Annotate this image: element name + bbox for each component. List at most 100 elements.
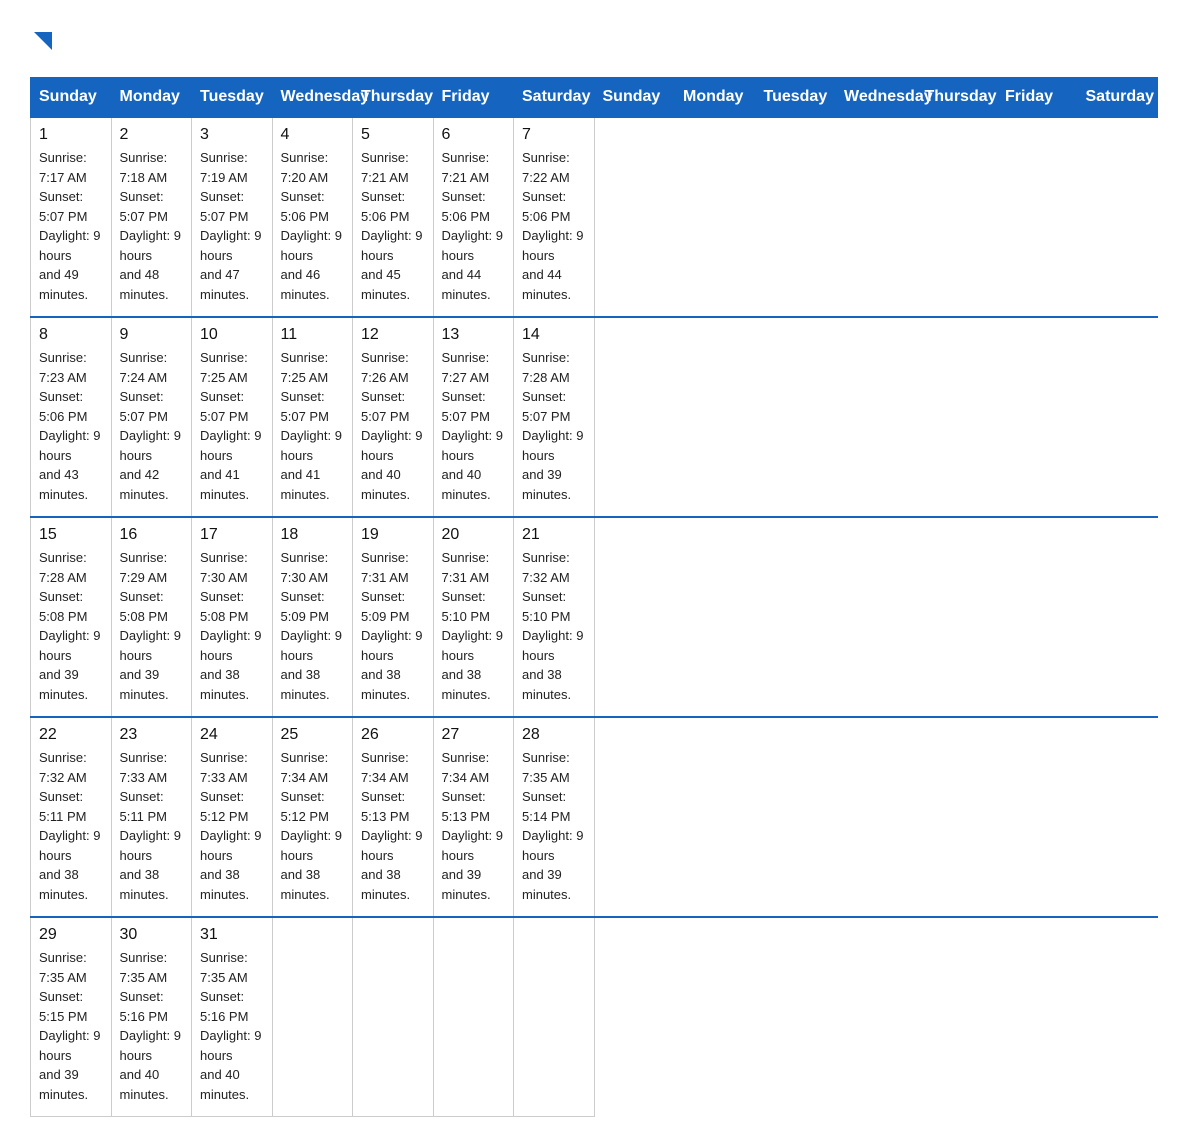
calendar-cell: 2 Sunrise: 7:18 AMSunset: 5:07 PMDaylight… [111,117,192,317]
header-wednesday: Wednesday [272,78,353,118]
calendar-cell [272,917,353,1117]
calendar-cell [514,917,595,1117]
day-number: 8 [39,326,103,344]
calendar-cell: 25 Sunrise: 7:34 AMSunset: 5:12 PMDayligh… [272,717,353,917]
header-day-friday: Friday [997,78,1078,118]
day-number: 6 [442,126,506,144]
day-number: 12 [361,326,425,344]
calendar-cell: 21 Sunrise: 7:32 AMSunset: 5:10 PMDayligh… [514,517,595,717]
day-info: Sunrise: 7:26 AMSunset: 5:07 PMDaylight:… [361,348,425,504]
calendar-cell: 6 Sunrise: 7:21 AMSunset: 5:06 PMDaylight… [433,117,514,317]
day-number: 4 [281,126,345,144]
day-number: 7 [522,126,586,144]
header-monday: Monday [111,78,192,118]
day-number: 13 [442,326,506,344]
day-info: Sunrise: 7:28 AMSunset: 5:07 PMDaylight:… [522,348,586,504]
day-info: Sunrise: 7:25 AMSunset: 5:07 PMDaylight:… [200,348,264,504]
day-info: Sunrise: 7:33 AMSunset: 5:12 PMDaylight:… [200,748,264,904]
day-info: Sunrise: 7:18 AMSunset: 5:07 PMDaylight:… [120,148,184,304]
day-info: Sunrise: 7:17 AMSunset: 5:07 PMDaylight:… [39,148,103,304]
calendar-cell: 12 Sunrise: 7:26 AMSunset: 5:07 PMDayligh… [353,317,434,517]
calendar-week-2: 8Sunrise: 7:23 AMSunset: 5:06 PMDaylight… [31,317,1158,517]
day-number: 31 [200,926,264,944]
calendar-cell: 31 Sunrise: 7:35 AMSunset: 5:16 PMDayligh… [192,917,273,1117]
day-number: 15 [39,526,103,544]
calendar-cell: 30Sunrise: 7:35 AMSunset: 5:16 PMDayligh… [111,917,192,1117]
calendar-cell: 15 Sunrise: 7:28 AMSunset: 5:08 PMDayligh… [31,517,112,717]
day-number: 9 [120,326,184,344]
day-info: Sunrise: 7:35 AMSunset: 5:15 PMDaylight:… [39,948,103,1104]
header-saturday: Saturday [514,78,595,118]
day-info: Sunrise: 7:35 AMSunset: 5:14 PMDaylight:… [522,748,586,904]
calendar-cell: 14 Sunrise: 7:28 AMSunset: 5:07 PMDayligh… [514,317,595,517]
calendar-cell: 1Sunrise: 7:17 AMSunset: 5:07 PMDaylight… [31,117,112,317]
page-header [30,20,1158,57]
day-number: 25 [281,726,345,744]
day-info: Sunrise: 7:34 AMSunset: 5:13 PMDaylight:… [361,748,425,904]
day-info: Sunrise: 7:32 AMSunset: 5:11 PMDaylight:… [39,748,103,904]
day-number: 2 [120,126,184,144]
day-number: 3 [200,126,264,144]
day-number: 20 [442,526,506,544]
calendar-week-1: 1Sunrise: 7:17 AMSunset: 5:07 PMDaylight… [31,117,1158,317]
day-number: 18 [281,526,345,544]
header-thursday: Thursday [353,78,434,118]
day-info: Sunrise: 7:19 AMSunset: 5:07 PMDaylight:… [200,148,264,304]
day-number: 14 [522,326,586,344]
day-number: 24 [200,726,264,744]
header-day-thursday: Thursday [916,78,997,118]
calendar-cell: 18Sunrise: 7:30 AMSunset: 5:09 PMDayligh… [272,517,353,717]
header-day-wednesday: Wednesday [836,78,917,118]
calendar-header-row: SundayMondayTuesdayWednesdayThursdayFrid… [31,78,1158,118]
calendar-cell: 17 Sunrise: 7:30 AMSunset: 5:08 PMDayligh… [192,517,273,717]
header-day-saturday: Saturday [1077,78,1158,118]
calendar-cell: 5 Sunrise: 7:21 AMSunset: 5:06 PMDaylight… [353,117,434,317]
calendar-cell: 22 Sunrise: 7:32 AMSunset: 5:11 PMDayligh… [31,717,112,917]
calendar-cell: 3 Sunrise: 7:19 AMSunset: 5:07 PMDaylight… [192,117,273,317]
day-info: Sunrise: 7:30 AMSunset: 5:08 PMDaylight:… [200,548,264,704]
calendar-cell: 10 Sunrise: 7:25 AMSunset: 5:07 PMDayligh… [192,317,273,517]
day-info: Sunrise: 7:21 AMSunset: 5:06 PMDaylight:… [442,148,506,304]
header-friday: Friday [433,78,514,118]
day-number: 28 [522,726,586,744]
calendar-cell: 23 Sunrise: 7:33 AMSunset: 5:11 PMDayligh… [111,717,192,917]
day-info: Sunrise: 7:35 AMSunset: 5:16 PMDaylight:… [120,948,184,1104]
day-number: 23 [120,726,184,744]
day-info: Sunrise: 7:34 AMSunset: 5:12 PMDaylight:… [281,748,345,904]
day-number: 17 [200,526,264,544]
day-info: Sunrise: 7:33 AMSunset: 5:11 PMDaylight:… [120,748,184,904]
header-sunday: Sunday [31,78,112,118]
header-tuesday: Tuesday [192,78,273,118]
day-info: Sunrise: 7:28 AMSunset: 5:08 PMDaylight:… [39,548,103,704]
calendar-table: SundayMondayTuesdayWednesdayThursdayFrid… [30,77,1158,1117]
calendar-cell [353,917,434,1117]
day-number: 16 [120,526,184,544]
day-info: Sunrise: 7:31 AMSunset: 5:09 PMDaylight:… [361,548,425,704]
calendar-cell: 24 Sunrise: 7:33 AMSunset: 5:12 PMDayligh… [192,717,273,917]
day-number: 5 [361,126,425,144]
day-info: Sunrise: 7:21 AMSunset: 5:06 PMDaylight:… [361,148,425,304]
day-number: 29 [39,926,103,944]
header-day-tuesday: Tuesday [755,78,836,118]
calendar-cell: 19Sunrise: 7:31 AMSunset: 5:09 PMDayligh… [353,517,434,717]
day-info: Sunrise: 7:25 AMSunset: 5:07 PMDaylight:… [281,348,345,504]
calendar-cell: 28 Sunrise: 7:35 AMSunset: 5:14 PMDayligh… [514,717,595,917]
day-info: Sunrise: 7:29 AMSunset: 5:08 PMDaylight:… [120,548,184,704]
day-number: 21 [522,526,586,544]
logo [30,30,54,57]
calendar-cell: 26Sunrise: 7:34 AMSunset: 5:13 PMDayligh… [353,717,434,917]
calendar-cell: 4 Sunrise: 7:20 AMSunset: 5:06 PMDaylight… [272,117,353,317]
day-info: Sunrise: 7:31 AMSunset: 5:10 PMDaylight:… [442,548,506,704]
day-info: Sunrise: 7:35 AMSunset: 5:16 PMDaylight:… [200,948,264,1104]
day-info: Sunrise: 7:20 AMSunset: 5:06 PMDaylight:… [281,148,345,304]
day-info: Sunrise: 7:24 AMSunset: 5:07 PMDaylight:… [120,348,184,504]
calendar-cell: 9 Sunrise: 7:24 AMSunset: 5:07 PMDaylight… [111,317,192,517]
calendar-cell [433,917,514,1117]
calendar-cell: 7Sunrise: 7:22 AMSunset: 5:06 PMDaylight… [514,117,595,317]
day-number: 22 [39,726,103,744]
calendar-cell: 29 Sunrise: 7:35 AMSunset: 5:15 PMDayligh… [31,917,112,1117]
day-info: Sunrise: 7:32 AMSunset: 5:10 PMDaylight:… [522,548,586,704]
calendar-cell: 27Sunrise: 7:34 AMSunset: 5:13 PMDayligh… [433,717,514,917]
calendar-cell: 8Sunrise: 7:23 AMSunset: 5:06 PMDaylight… [31,317,112,517]
day-number: 10 [200,326,264,344]
